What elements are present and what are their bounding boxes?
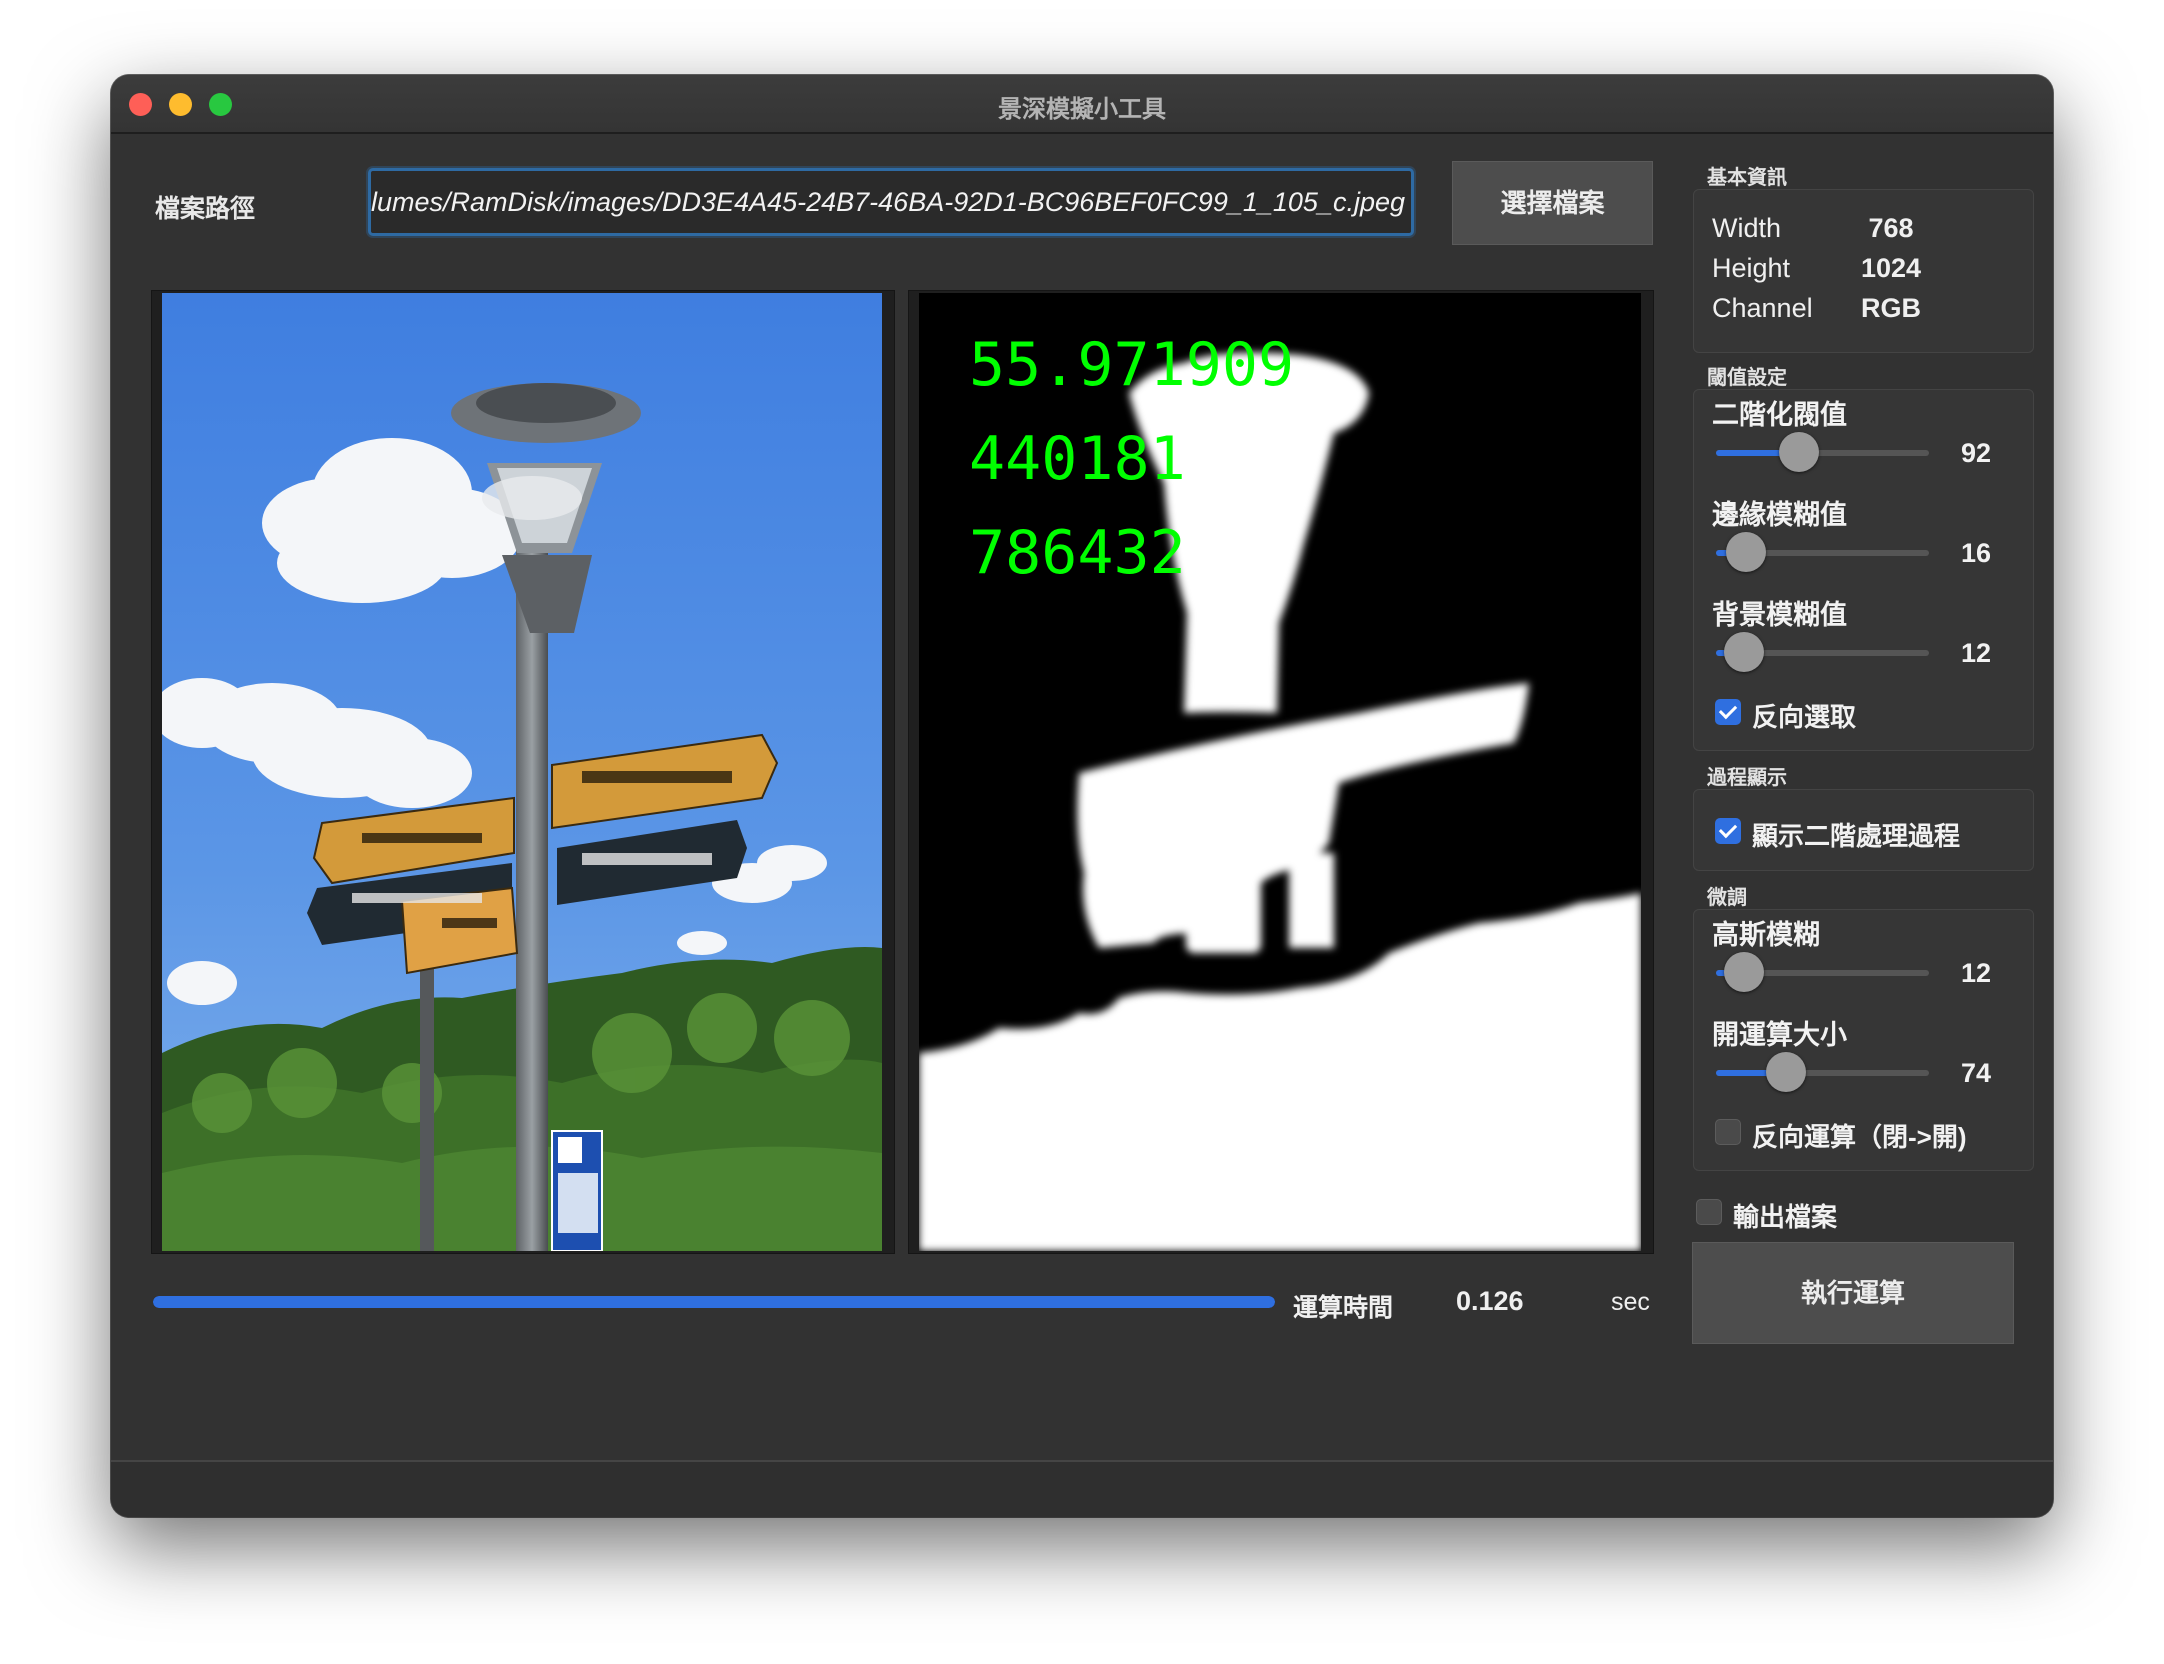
background-blur-label: 背景模糊值 [1712,600,1847,630]
reverse-operation-checkbox[interactable] [1715,1119,1741,1145]
overlay-value-2: 440181 [969,424,1186,494]
fine-tune-title: 微調 [1707,887,1747,909]
elapsed-time-label: 運算時間 [1293,1294,1394,1322]
threshold-title: 閾值設定 [1707,367,1787,389]
original-photo [162,293,882,1251]
show-binarization-label: 顯示二階處理過程 [1752,821,1961,851]
select-file-button[interactable]: 選擇檔案 [1452,161,1653,245]
opening-size-value: 74 [1960,1058,1992,1088]
original-image-panel [151,290,895,1254]
binarize-threshold-value: 92 [1960,438,1992,468]
width-label: Width [1712,213,1782,243]
gaussian-blur-slider[interactable] [1716,952,1929,992]
invert-selection-checkbox[interactable] [1715,699,1741,725]
progress-bar [153,1296,1275,1308]
progress-fill [153,1296,1275,1308]
height-value: 1024 [1860,253,1922,283]
basic-info-title: 基本資訊 [1707,167,1787,189]
background-blur-value: 12 [1960,638,1992,668]
mask-image-panel: 55.971909 440181 786432 [908,290,1654,1254]
binarize-threshold-label: 二階化閥值 [1712,400,1847,430]
opening-size-slider[interactable] [1716,1052,1929,1092]
slider-knob[interactable] [1723,632,1764,672]
height-label: Height [1712,253,1791,283]
status-bar [111,1460,2053,1517]
slider-knob[interactable] [1725,532,1766,572]
binary-mask-preview: 55.971909 440181 786432 [919,293,1641,1251]
reverse-operation-label: 反向運算（閉->開) [1752,1122,1967,1152]
window-title: 景深模擬小工具 [998,96,1166,123]
width-value: 768 [1868,213,1914,243]
elapsed-time-value: 0.126 [1456,1286,1524,1316]
process-display-title: 過程顯示 [1707,767,1787,789]
gaussian-blur-value: 12 [1960,958,1992,988]
slider-knob[interactable] [1766,1052,1807,1092]
overlay-value-1: 55.971909 [969,330,1295,400]
street-lamp-signpost-photo [162,293,882,1251]
export-file-checkbox[interactable] [1696,1199,1722,1225]
invert-selection-label: 反向選取 [1752,702,1857,732]
edge-blur-slider[interactable] [1716,532,1929,572]
show-binarization-checkbox[interactable] [1715,818,1741,844]
file-path-label: 檔案路徑 [155,195,256,223]
overlay-value-3: 786432 [969,518,1186,588]
edge-blur-value: 16 [1960,538,1992,568]
app-window: 景深模擬小工具 檔案路徑 /Volumes/RamDisk/images/DD3… [111,75,2053,1517]
title-bar: 景深模擬小工具 [111,75,2053,134]
channel-label: Channel [1712,293,1813,323]
channel-value: RGB [1861,293,1921,323]
file-path-input[interactable]: /Volumes/RamDisk/images/DD3E4A45-24B7-46… [368,168,1414,236]
run-button[interactable]: 執行運算 [1692,1242,2014,1344]
elapsed-time-unit: sec [1611,1288,1650,1316]
export-file-label: 輸出檔案 [1733,1202,1838,1232]
binarize-threshold-slider[interactable] [1716,432,1929,472]
gaussian-blur-label: 高斯模糊 [1712,920,1820,950]
background-blur-slider[interactable] [1716,632,1929,672]
slider-knob[interactable] [1723,952,1764,992]
slider-knob[interactable] [1779,432,1820,472]
file-path-value: /Volumes/RamDisk/images/DD3E4A45-24B7-46… [368,187,1405,217]
edge-blur-label: 邊緣模糊值 [1712,500,1847,530]
opening-size-label: 開運算大小 [1712,1020,1847,1050]
